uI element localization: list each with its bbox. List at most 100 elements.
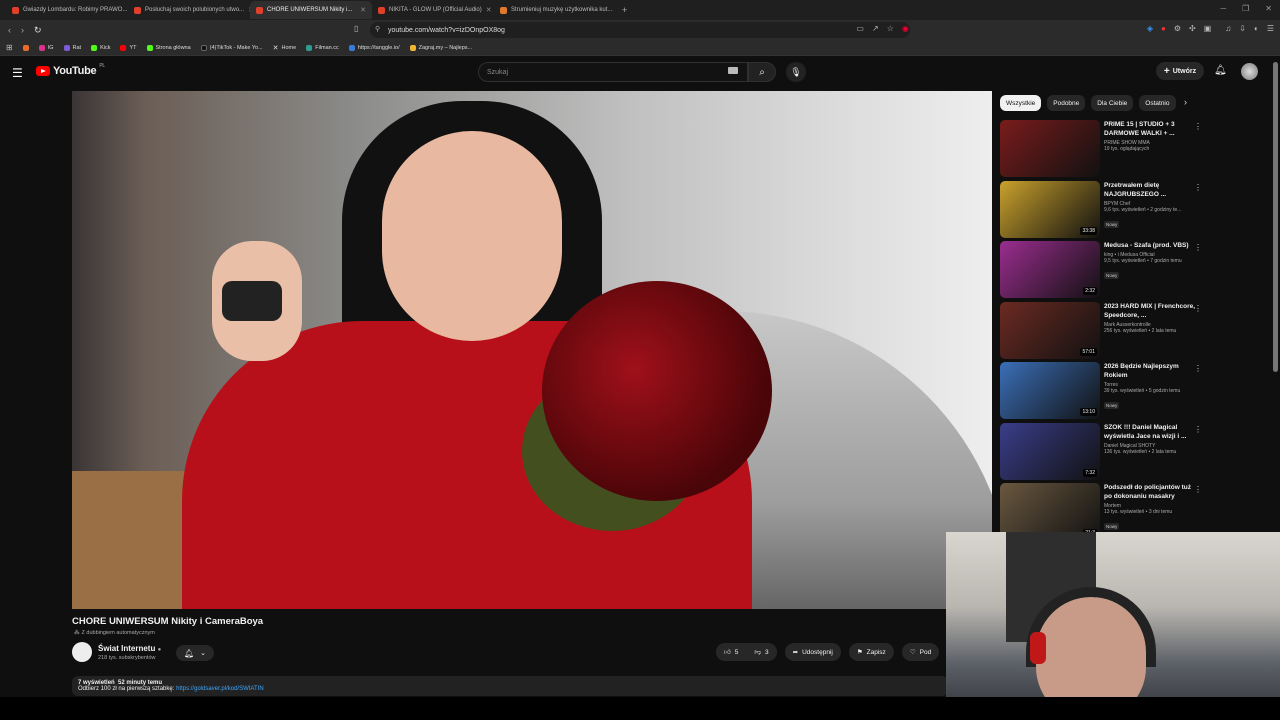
chip-for-you[interactable]: Dla Ciebie bbox=[1091, 95, 1134, 111]
recommended-meta: 9,5 tys. wyświetleń • 7 godzin temu bbox=[1104, 258, 1182, 264]
browser-tab-active[interactable]: CHORE UNIWERSUM Nikity i... ✕ bbox=[250, 1, 372, 19]
chevron-right-icon[interactable]: › bbox=[1184, 97, 1187, 107]
bookmark-item[interactable]: YT bbox=[120, 44, 137, 51]
video-thumbnail[interactable]: 57:01 bbox=[1000, 301, 1100, 359]
extension-icon[interactable]: ● bbox=[1161, 24, 1166, 33]
share-button[interactable]: ➦ Udostępnij bbox=[784, 643, 841, 661]
save-button[interactable]: ⚑ Zapisz bbox=[848, 643, 894, 661]
more-options-icon[interactable]: ⋮ bbox=[1194, 304, 1202, 313]
close-tab-icon[interactable]: ✕ bbox=[360, 6, 366, 14]
puzzle-icon[interactable]: ✣ bbox=[1189, 24, 1196, 33]
recommended-video[interactable]: 2:32 Medusa - Szafa (prod. VBS) king • i M… bbox=[1000, 241, 1210, 302]
bookmark-item[interactable]: Filman.cc bbox=[306, 44, 339, 51]
bookmark-item[interactable]: Zagraj.my – Najleps... bbox=[409, 44, 472, 51]
apps-grid-icon[interactable]: ⊞ bbox=[6, 43, 13, 52]
search-button[interactable]: ⌕ bbox=[748, 62, 776, 82]
maximize-icon[interactable]: ❐ bbox=[1242, 4, 1249, 13]
chip-similar[interactable]: Podobne bbox=[1047, 95, 1086, 111]
more-options-icon[interactable]: ⋮ bbox=[1194, 243, 1202, 252]
duration-badge: 2:32 bbox=[1083, 287, 1097, 295]
video-player[interactable] bbox=[72, 91, 992, 609]
recommended-video-title[interactable]: PRIME 15 | STUDIO + 3 DARMOWE WALKI + ..… bbox=[1104, 120, 1196, 138]
channel-name[interactable]: Świat Internetu ● bbox=[98, 644, 161, 653]
extension-icon[interactable]: ◈ bbox=[1147, 24, 1153, 33]
bookmark-item[interactable]: https://tanggle.io/ bbox=[348, 44, 400, 51]
youtube-logo[interactable]: YouTube PL bbox=[36, 63, 105, 77]
bookmark-item[interactable]: Strona główna bbox=[146, 44, 191, 51]
close-tab-icon[interactable]: ✕ bbox=[486, 6, 492, 14]
download-icon[interactable]: ⇩ bbox=[1239, 24, 1246, 33]
recommended-video[interactable]: PRIME 15 | STUDIO + 3 DARMOWE WALKI + ..… bbox=[1000, 120, 1210, 181]
recommended-video[interactable]: 13:10 2026 Będzie Najlepszym Rokiem Torres… bbox=[1000, 362, 1210, 423]
channel-avatar[interactable] bbox=[72, 642, 92, 662]
dubbing-info: ⁂ Z dubbingiem automatycznym bbox=[74, 630, 155, 636]
dislike-button[interactable]: 👎︎ 3 bbox=[746, 643, 777, 661]
menu-icon[interactable]: ☰ bbox=[1267, 24, 1274, 33]
chip-recent[interactable]: Ostatnio bbox=[1139, 95, 1176, 111]
bookmark-item[interactable]: (4)TikTok - Make Yo... bbox=[200, 44, 263, 51]
chip-all[interactable]: Wszystkie bbox=[1000, 95, 1042, 111]
reload-icon[interactable]: ↻ bbox=[34, 25, 42, 36]
video-thumbnail[interactable]: 13:10 bbox=[1000, 362, 1100, 419]
subscription-bell-button[interactable]: 🔔︎ ⌄ bbox=[176, 645, 214, 661]
account-avatar[interactable] bbox=[1241, 63, 1258, 80]
recommended-video-title[interactable]: Przetrwałem dietę NAJGRUBSZEGO ... bbox=[1104, 181, 1196, 199]
browser-tab[interactable]: Posłuchaj swoich polubionych utwo...✕ bbox=[128, 1, 250, 19]
back-icon[interactable]: ‹ bbox=[8, 25, 11, 36]
create-button[interactable]: + Utwórz bbox=[1156, 62, 1204, 80]
recommended-video[interactable]: 57:01 2023 HARD MIX | Frenchcore, Speedco… bbox=[1000, 301, 1210, 363]
notifications-bell-icon[interactable]: 🔔︎ bbox=[1214, 65, 1227, 76]
bookmark-favicon-icon bbox=[63, 44, 70, 51]
recommended-meta: 19 tys. oglądających bbox=[1104, 146, 1150, 152]
video-thumbnail[interactable] bbox=[1000, 120, 1100, 177]
description-link[interactable]: https://goldsaver.pl/kod/SWIATIN bbox=[176, 686, 264, 692]
video-description[interactable]: 7 wyświetleń 52 minuty temu Odbierz 100 … bbox=[72, 676, 948, 696]
bookmark-item[interactable]: ✕ Home bbox=[273, 44, 297, 52]
install-icon[interactable]: ▭ bbox=[856, 24, 864, 33]
extension-icon[interactable]: ⚙ bbox=[1174, 24, 1181, 33]
browser-tab[interactable]: NIKITA - GLOW UP (Official Audio) ✕ bbox=[372, 1, 494, 19]
voice-search-button[interactable]: 🎙 bbox=[786, 62, 806, 82]
star-icon[interactable]: ☆ bbox=[887, 24, 894, 33]
recommended-video-title[interactable]: 2026 Będzie Najlepszym Rokiem bbox=[1104, 362, 1196, 380]
music-icon[interactable]: ♫ bbox=[1225, 24, 1231, 33]
bookmark-item[interactable]: Rat bbox=[63, 44, 81, 51]
new-tab-button[interactable]: + bbox=[622, 5, 627, 15]
address-bar[interactable]: ⚲ youtube.com/watch?v=izDOnpOX8og bbox=[370, 22, 910, 38]
close-window-icon[interactable]: ✕ bbox=[1265, 4, 1272, 13]
youtube-favicon-icon bbox=[12, 6, 19, 14]
more-options-icon[interactable]: ⋮ bbox=[1194, 425, 1202, 434]
hamburger-menu-icon[interactable]: ☰ bbox=[12, 66, 23, 80]
recommended-video-title[interactable]: Medusa - Szafa (prod. VBS) bbox=[1104, 241, 1196, 250]
bookmark-item[interactable]: Kick bbox=[91, 44, 110, 51]
more-options-icon[interactable]: ⋮ bbox=[1194, 485, 1202, 494]
tab-search-icon[interactable]: ▣ bbox=[1204, 24, 1212, 33]
video-thumbnail[interactable]: 2:32 bbox=[1000, 241, 1100, 298]
extension-icon[interactable]: ◉ bbox=[902, 24, 909, 33]
minimize-icon[interactable]: ─ bbox=[1220, 4, 1226, 13]
more-options-icon[interactable]: ⋮ bbox=[1194, 122, 1202, 131]
forward-icon[interactable]: › bbox=[21, 25, 24, 36]
bookmark-item[interactable] bbox=[22, 44, 29, 51]
recommended-video-title[interactable]: SZOK !!! Daniel Magical wyświetla Jace n… bbox=[1104, 423, 1196, 441]
bookmark-star-icon[interactable]: ▯ bbox=[354, 24, 358, 33]
browser-tab[interactable]: Strumieniuj muzykę użytkownika kut...✕ bbox=[494, 1, 616, 19]
like-button[interactable]: 👍︎ 5 bbox=[716, 643, 747, 661]
more-options-icon[interactable]: ⋮ bbox=[1194, 364, 1202, 373]
keyboard-icon[interactable] bbox=[728, 67, 738, 74]
bookmark-item[interactable]: IG bbox=[38, 44, 54, 51]
recommended-video[interactable]: 7:32 SZOK !!! Daniel Magical wyświetla Ja… bbox=[1000, 422, 1210, 484]
page-scrollbar[interactable] bbox=[1273, 62, 1278, 372]
recommended-video[interactable]: 33:38 Przetrwałem dietę NAJGRUBSZEGO ... B… bbox=[1000, 180, 1210, 242]
video-thumbnail[interactable]: 33:38 bbox=[1000, 180, 1100, 238]
search-input[interactable]: Szukaj bbox=[478, 62, 748, 82]
browser-tab[interactable]: Gwiazdy Lombardu: Robimy PRAWO...✕ bbox=[6, 1, 128, 19]
more-options-icon[interactable]: ⋮ bbox=[1194, 183, 1202, 192]
profile-icon[interactable]: ◐ bbox=[1254, 24, 1259, 33]
recommended-video-title[interactable]: Podszedł do policjantów tuż po dokonaniu… bbox=[1104, 483, 1196, 501]
video-thumbnail[interactable]: 7:32 bbox=[1000, 422, 1100, 480]
more-actions-button[interactable]: ♡ Pod bbox=[901, 643, 940, 661]
recommended-video-title[interactable]: 2023 HARD MIX | Frenchcore, Speedcore, .… bbox=[1104, 302, 1196, 320]
share-icon[interactable]: ↗ bbox=[872, 24, 879, 33]
site-info-icon[interactable]: ⚲ bbox=[375, 25, 380, 33]
